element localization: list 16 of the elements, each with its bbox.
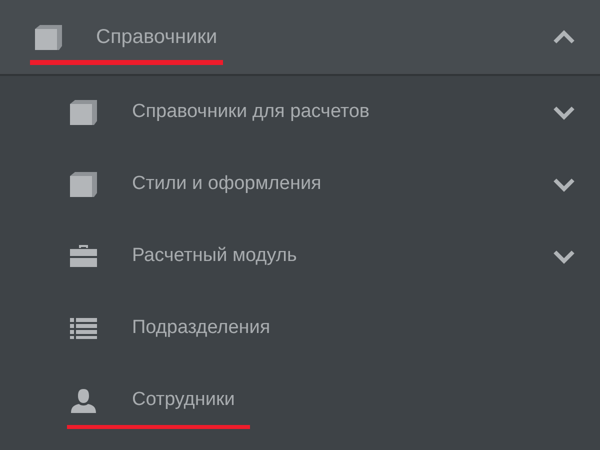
menu-item[interactable]: Расчетный модуль [67,242,312,285]
menu-item[interactable]: Справочники для расчетов [67,98,385,141]
menu-item[interactable]: Сотрудники [67,386,250,429]
book-icon [70,100,97,124]
briefcase-icon [70,244,97,268]
menu-item[interactable]: Справочники [30,22,224,65]
menu-item[interactable]: Стили и оформления [67,170,336,213]
chevron-up-icon[interactable] [553,30,575,44]
chevron-down-icon[interactable] [553,106,575,120]
book-icon [70,172,97,196]
chevron-down-icon[interactable] [553,250,575,264]
chevron-down-icon[interactable] [553,178,575,192]
list-icon [70,316,97,340]
menu-item[interactable]: Подразделения [67,314,286,357]
person-icon [70,388,97,412]
book-icon [35,24,62,50]
